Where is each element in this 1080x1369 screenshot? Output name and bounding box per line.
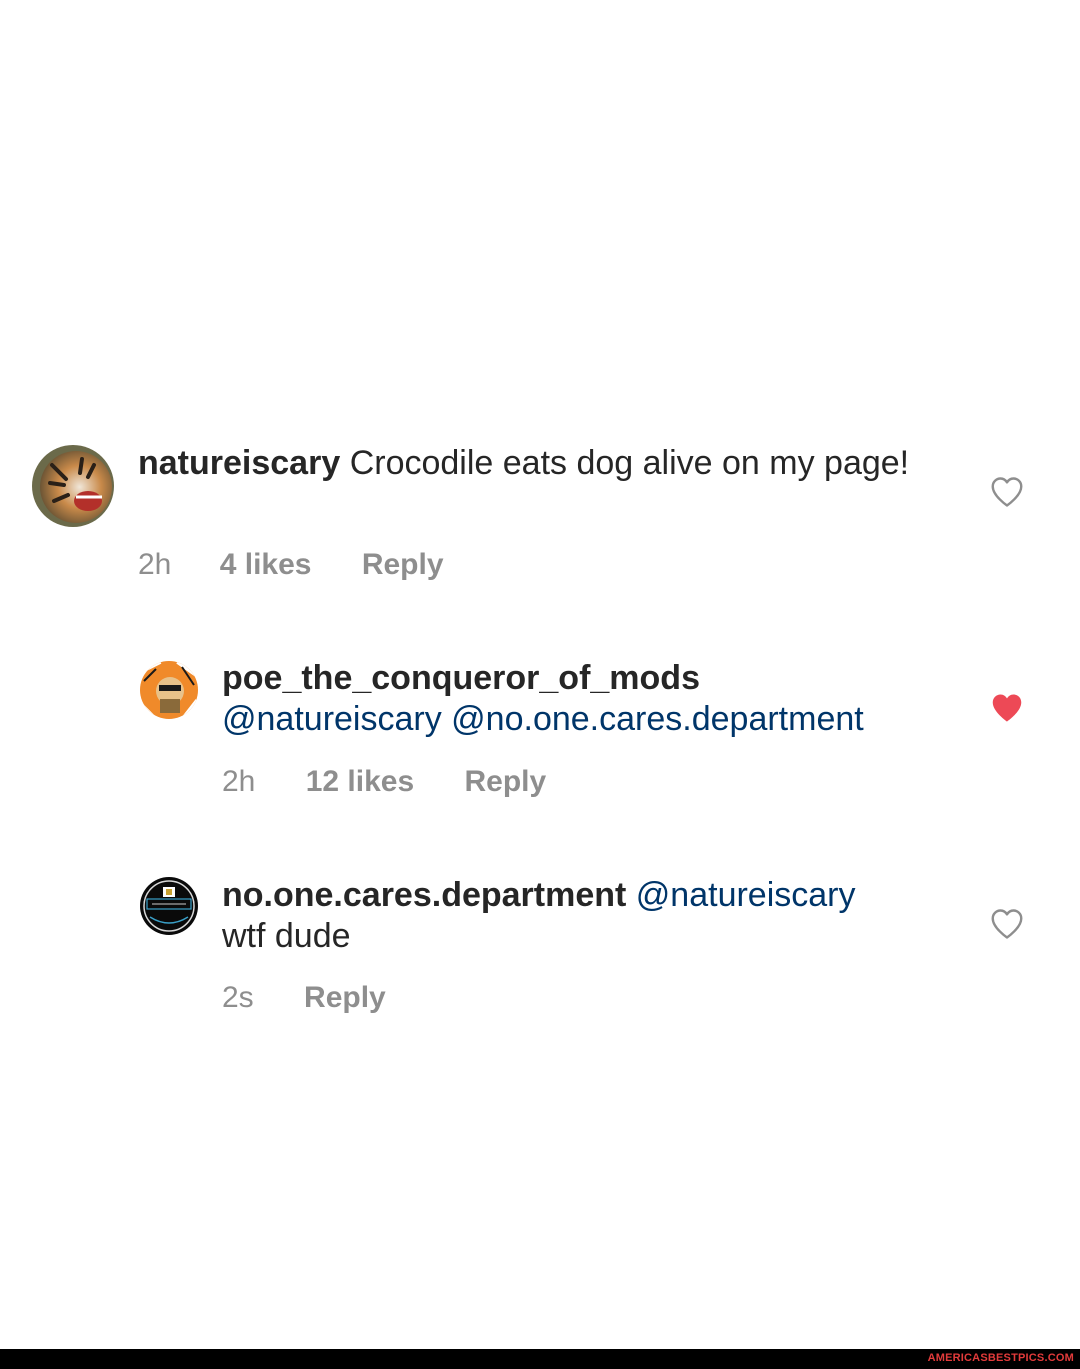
watermark-text: AMERICASBESTPICS.COM	[927, 1352, 1074, 1364]
mention-link[interactable]: @natureiscary	[636, 876, 856, 914]
reply-button[interactable]: Reply	[362, 548, 444, 582]
heart-filled-icon[interactable]	[989, 690, 1025, 726]
avatar[interactable]	[140, 877, 198, 935]
timestamp: 2h	[138, 548, 172, 581]
timestamp: 2s	[222, 981, 254, 1014]
reply-button[interactable]: Reply	[304, 981, 386, 1015]
comment-text: natureiscary Crocodile eats dog alive on…	[138, 443, 938, 484]
watermark-bar: AMERICASBESTPICS.COM	[0, 1349, 1080, 1369]
comment-meta: 2h 12 likes Reply	[222, 765, 546, 799]
comment-body: wtf dude	[222, 917, 351, 955]
character-avatar-icon	[140, 661, 198, 719]
mention-link[interactable]: @no.one.cares.department	[451, 700, 864, 738]
timestamp: 2h	[222, 765, 256, 798]
likes-count[interactable]: 4 likes	[220, 548, 312, 582]
reply-button[interactable]: Reply	[465, 765, 547, 799]
username[interactable]: natureiscary	[138, 444, 340, 482]
comment-meta: 2h 4 likes Reply	[138, 548, 444, 582]
avatar[interactable]	[32, 445, 114, 527]
heart-outline-icon[interactable]	[989, 474, 1025, 510]
mention-link[interactable]: @natureiscary	[222, 700, 442, 738]
comment-text: no.one.cares.department @natureiscary wt…	[222, 875, 962, 957]
department-logo-avatar-icon	[140, 877, 198, 935]
likes-count[interactable]: 12 likes	[306, 765, 414, 799]
username[interactable]: no.one.cares.department	[222, 876, 626, 914]
avatar[interactable]	[140, 661, 198, 719]
comment-body: Crocodile eats dog alive on my page!	[349, 444, 910, 482]
heart-outline-icon[interactable]	[989, 906, 1025, 942]
comment-text: poe_the_conqueror_of_mods @natureiscary …	[222, 658, 962, 740]
comment-meta: 2s Reply	[222, 981, 386, 1015]
username[interactable]: poe_the_conqueror_of_mods	[222, 658, 962, 699]
tiger-avatar-icon	[32, 445, 114, 527]
